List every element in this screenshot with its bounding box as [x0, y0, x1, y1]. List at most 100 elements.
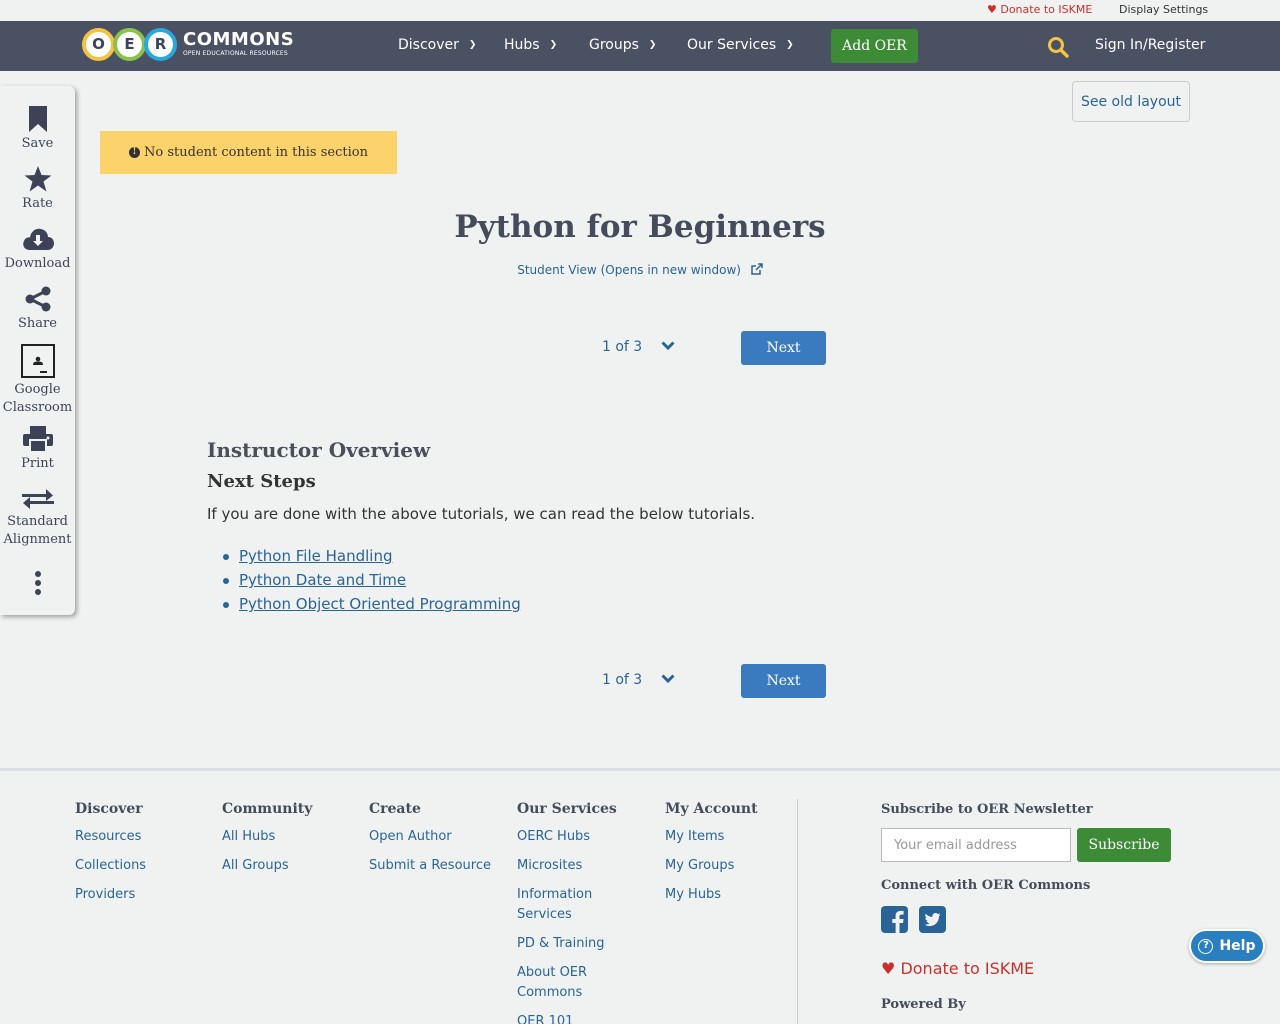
footer-discover-title: Discover	[75, 801, 143, 817]
newsletter-email-input[interactable]	[881, 828, 1071, 862]
add-oer-button[interactable]: Add OER	[831, 29, 918, 63]
standard-alignment-button[interactable]: Standard Alignment	[0, 488, 75, 549]
footer-link-all-hubs[interactable]: All Hubs	[222, 827, 322, 847]
rate-button[interactable]: Rate	[0, 166, 75, 213]
powered-by: Powered By	[881, 997, 966, 1012]
next-button-bottom[interactable]: Next	[741, 664, 826, 698]
google-classroom-button[interactable]: Google Classroom	[0, 344, 75, 417]
footer-divider	[797, 799, 798, 1024]
footer-account-title: My Account	[665, 801, 758, 817]
footer-link-my-groups[interactable]: My Groups	[665, 856, 765, 876]
footer-link-providers[interactable]: Providers	[75, 885, 175, 905]
nav-discover[interactable]: Discover ❯	[398, 37, 476, 53]
donate-link[interactable]: ♥ Donate to ISKME	[987, 3, 1092, 16]
bookmark-icon	[28, 106, 47, 132]
footer-donate-label: Donate to ISKME	[900, 959, 1035, 978]
logo-letter-r: R	[144, 27, 177, 61]
footer-link-submit-resource[interactable]: Submit a Resource	[369, 856, 499, 876]
next-button-top[interactable]: Next	[741, 331, 826, 365]
chevron-down-icon: ❯	[648, 40, 657, 50]
twitter-icon[interactable]	[919, 906, 946, 933]
page-title: Python for Beginners	[454, 209, 826, 245]
footer-services: Our Services OERC Hubs Microsites Inform…	[517, 801, 617, 1024]
pager-label: 1 of 3	[602, 339, 643, 355]
section-title: Instructor Overview	[207, 438, 431, 462]
donate-label: Donate to ISKME	[1000, 3, 1093, 16]
logo-letter-o: O	[82, 27, 115, 61]
footer-link-information-services[interactable]: Information Services	[517, 885, 617, 925]
footer-link-pd-training[interactable]: PD & Training	[517, 934, 617, 954]
nav-hubs[interactable]: Hubs ❯	[504, 37, 557, 53]
footer-link-about[interactable]: About OER Commons	[517, 963, 617, 1003]
chevron-down-icon: ❯	[786, 40, 794, 50]
footer-link-all-groups[interactable]: All Groups	[222, 856, 322, 876]
nav-discover-label: Discover	[398, 37, 459, 53]
external-link-icon	[751, 263, 763, 275]
logo-wordmark: COMMONS OPEN EDUCATIONAL RESOURCES	[183, 31, 294, 57]
vertical-ellipsis-icon	[34, 571, 41, 595]
footer-link-resources[interactable]: Resources	[75, 827, 175, 847]
tutorial-link-date-time[interactable]: Python Date and Time	[223, 568, 521, 592]
more-options-button[interactable]	[0, 570, 75, 599]
footer-link-microsites[interactable]: Microsites	[517, 856, 617, 876]
nav-groups[interactable]: Groups ❯	[589, 37, 656, 53]
footer-link-open-author[interactable]: Open Author	[369, 827, 499, 847]
logo-letter-e: E	[113, 27, 146, 61]
nav-hubs-label: Hubs	[504, 37, 540, 53]
footer-link-oerc-hubs[interactable]: OERC Hubs	[517, 827, 617, 847]
save-label: Save	[21, 136, 54, 151]
nav-groups-label: Groups	[589, 37, 639, 53]
newsletter-title: Subscribe to OER Newsletter	[881, 802, 1093, 817]
no-student-content-notice: ! No student content in this section	[100, 131, 397, 174]
footer-link-collections[interactable]: Collections	[75, 856, 175, 876]
subscribe-button[interactable]: Subscribe	[1077, 828, 1171, 862]
question-circle-icon: ?	[1198, 938, 1214, 954]
footer-link-oer-101[interactable]: OER 101	[517, 1012, 617, 1024]
exclamation-circle-icon: !	[129, 147, 141, 158]
notice-text: No student content in this section	[144, 145, 368, 160]
chevron-down-icon: ❯	[468, 40, 477, 50]
student-view-label: Student View (Opens in new window)	[517, 263, 741, 277]
see-old-layout-button[interactable]: See old layout	[1072, 81, 1190, 122]
share-button[interactable]: Share	[0, 286, 75, 333]
footer: Discover Resources Collections Providers…	[0, 768, 1280, 1024]
tutorial-links: Python File Handling Python Date and Tim…	[223, 544, 521, 616]
print-icon	[22, 426, 53, 452]
footer-community-title: Community	[222, 801, 313, 817]
nav-our-services[interactable]: Our Services ❯	[687, 37, 794, 53]
tutorial-link-file-handling[interactable]: Python File Handling	[223, 544, 521, 568]
sign-in-register-link[interactable]: Sign In/Register	[1095, 37, 1205, 53]
facebook-icon[interactable]	[881, 906, 908, 933]
chevron-down-icon: ❯	[549, 40, 558, 50]
exchange-icon	[21, 489, 54, 509]
print-button[interactable]: Print	[0, 426, 75, 473]
page-selector-top[interactable]: 1 of 3	[602, 339, 675, 355]
oer-commons-logo[interactable]: O E R COMMONS OPEN EDUCATIONAL RESOURCES	[82, 26, 294, 62]
page-selector-bottom[interactable]: 1 of 3	[602, 672, 675, 688]
logo-word: COMMONS	[183, 29, 295, 50]
resource-toolbar: Save Rate Download Share Google Classroo…	[0, 86, 75, 615]
display-settings-link[interactable]: Display Settings	[1119, 3, 1208, 16]
footer-donate-link[interactable]: ♥ Donate to ISKME	[881, 959, 1034, 978]
footer-services-title: Our Services	[517, 801, 617, 817]
google-classroom-icon	[20, 344, 55, 378]
logo-tagline: OPEN EDUCATIONAL RESOURCES	[183, 50, 288, 57]
nav-our-services-label: Our Services	[687, 37, 777, 53]
footer-account: My Account My Items My Groups My Hubs	[665, 801, 765, 914]
search-icon[interactable]	[1047, 36, 1069, 58]
utility-bar: ♥ Donate to ISKME Display Settings	[0, 0, 1280, 21]
pager-label: 1 of 3	[602, 672, 643, 688]
footer-link-my-hubs[interactable]: My Hubs	[665, 885, 765, 905]
standard-label-1: Standard	[7, 514, 68, 529]
chevron-down-icon	[661, 674, 675, 684]
tutorial-link-oop[interactable]: Python Object Oriented Programming	[223, 592, 521, 616]
save-button[interactable]: Save	[0, 106, 75, 153]
section-subtitle: Next Steps	[207, 471, 316, 492]
help-button[interactable]: ? Help	[1189, 929, 1265, 963]
student-view-link[interactable]: Student View (Opens in new window)	[0, 263, 1280, 277]
footer-link-my-items[interactable]: My Items	[665, 827, 765, 847]
footer-community: Community All Hubs All Groups	[222, 801, 322, 885]
connect-title: Connect with OER Commons	[881, 878, 1091, 893]
print-label: Print	[21, 456, 54, 471]
footer-create-title: Create	[369, 801, 421, 817]
